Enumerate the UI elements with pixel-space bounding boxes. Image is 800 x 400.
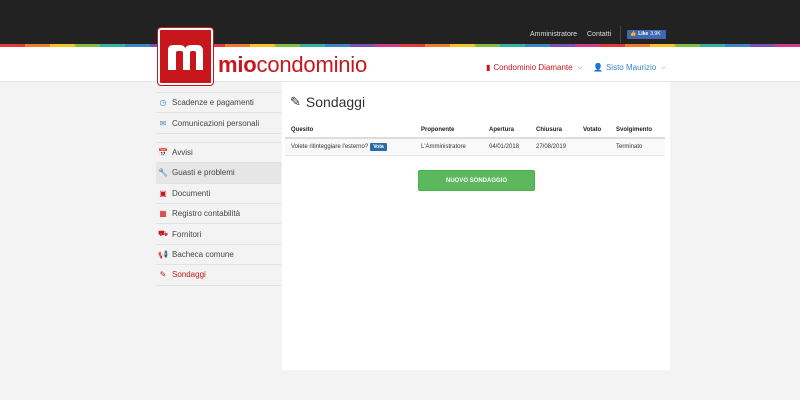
column-header-quesito[interactable]: Quesito [291,127,313,133]
cell-quesito: Volete ritinteggiare l'esterno? Vota [291,143,387,151]
sidebar-item-label: Documenti [172,188,211,198]
edit-icon: ✎ [290,94,301,109]
sidebar-item-sondaggi[interactable]: ✎ Sondaggi [156,265,281,286]
condominio-dropdown[interactable]: ▮ Condominio Diamante ⌵ [486,63,582,73]
chevron-down-icon: ⌵ [577,65,583,71]
sidebar-item-label: Registro contabilità [172,209,241,219]
sidebar-item-label: Avvisi [172,147,193,157]
calendar-icon: 📅 [158,147,168,157]
cell-proponente: L'Amministratore [421,144,466,150]
thumbs-up-icon: 👍 [630,31,637,37]
envelope-icon: ✉ [159,118,167,128]
bullhorn-icon: 📢 [158,249,168,259]
fb-like-count: 3.9K [650,31,661,37]
brand-prefix: mio [218,52,257,77]
column-header-proponente[interactable]: Proponente [421,127,454,133]
sidebar-item-avvisi[interactable]: 📅 Avvisi [156,143,281,164]
sidebar-item-bacheca[interactable]: 📢 Bacheca comune [156,245,281,266]
clock-icon: ◷ [159,98,167,108]
table-header-row: Quesito Proponente Apertura Chiusura Vot… [285,122,665,139]
sidebar-item-label: Sondaggi [172,270,206,280]
sidebar-item-comunicazioni[interactable]: ✉ Comunicazioni personali [156,113,281,134]
user-label: Sisto Maurizio [605,63,657,72]
sidebar-item-label: Fornitori [172,229,202,239]
top-bar [0,0,800,44]
sidebar-item-fornitori[interactable]: ⛟ Fornitori [156,224,281,245]
page-title-row: ✎ Sondaggi [290,94,365,110]
page-title: Sondaggi [305,94,366,110]
building-icon: ▮ [486,63,491,72]
brand-wordmark: miocondominio [218,52,367,78]
column-header-svolgimento[interactable]: Svolgimento [616,127,652,133]
sidebar-item-label: Comunicazioni personali [172,118,260,128]
chevron-down-icon: ⌵ [661,65,666,71]
sidebar-item-label: Bacheca comune [172,249,234,259]
column-header-apertura[interactable]: Apertura [489,127,514,133]
sidebar-item-scadenze[interactable]: ◷ Scadenze e pagamenti [156,93,281,114]
archive-icon: ▣ [159,188,167,198]
header [0,47,800,82]
edit-icon: ✎ [159,270,167,280]
cell-apertura: 04/01/2018 [489,144,520,150]
sidebar-item-label: Guasti e problemi [172,168,235,178]
nav-link-amministratore[interactable]: Amministratore [530,30,577,39]
cell-svolgimento: Terminato [616,144,643,150]
top-divider [620,26,621,43]
sidebar: ◷ Scadenze e pagamenti ✉ Comunicazioni p… [156,92,281,286]
nav-link-contatti[interactable]: Contatti [587,30,611,39]
truck-icon: ⛟ [158,229,169,239]
logo[interactable] [158,28,213,85]
cell-chiusura: 27/08/2019 [536,144,567,150]
column-header-chiusura[interactable]: Chiusura [536,127,562,133]
user-dropdown[interactable]: 👤 Sisto Maurizio ⌵ [593,63,666,73]
calculator-icon: ▦ [159,209,167,219]
column-header-votato[interactable]: Votato [583,127,601,133]
sidebar-group-personal: ◷ Scadenze e pagamenti ✉ Comunicazioni p… [156,92,281,134]
user-icon: 👤 [593,63,603,72]
logo-m-icon [168,45,203,70]
sidebar-item-guasti[interactable]: 🔧 Guasti e problemi [156,163,281,184]
wrench-icon: 🔧 [158,168,168,178]
vota-button[interactable]: Vota [370,143,387,151]
new-poll-button[interactable]: NUOVO SONDAGGIO [418,170,535,191]
table-row: Volete ritinteggiare l'esterno? Vota L'Am… [285,139,665,156]
fb-like-label: Like [638,31,649,37]
facebook-like-button[interactable]: 👍 Like 3.9K [627,30,666,39]
sidebar-item-registro[interactable]: ▦ Registro contabilità [156,204,281,225]
sidebar-group-condominio: 📅 Avvisi 🔧 Guasti e problemi ▣ Documenti… [156,141,281,286]
brand-suffix: condominio [256,52,368,77]
quesito-text: Volete ritinteggiare l'esterno? [291,144,369,150]
polls-table: Quesito Proponente Apertura Chiusura Vot… [285,122,665,156]
sidebar-item-documenti[interactable]: ▣ Documenti [156,184,281,204]
condominio-label: Condominio Diamante [493,63,573,72]
sidebar-item-label: Scadenze e pagamenti [172,98,254,108]
